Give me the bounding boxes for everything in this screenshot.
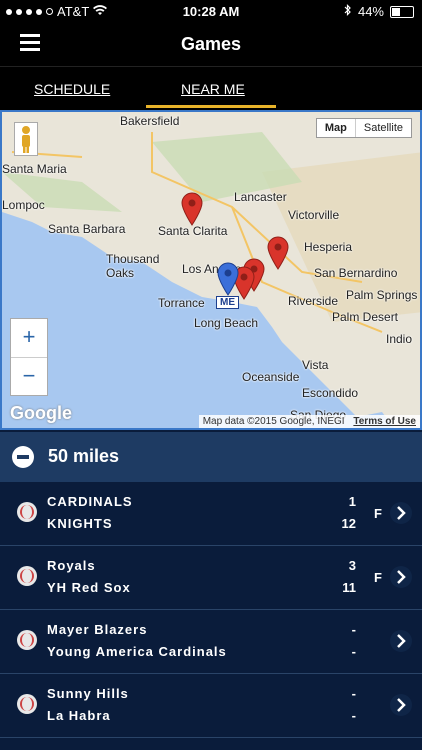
- game-row[interactable]: Royals YH Red Sox 3 11 F: [0, 546, 422, 610]
- chevron-right-icon[interactable]: [390, 630, 412, 652]
- nav-bar: Games: [0, 22, 422, 66]
- chevron-right-icon[interactable]: [390, 694, 412, 716]
- map-place: Long Beach: [194, 316, 259, 330]
- zoom-control: + −: [10, 318, 48, 396]
- me-label: ME: [216, 296, 239, 309]
- baseball-icon: [17, 566, 37, 586]
- map-place: Hesperia: [304, 240, 353, 254]
- home-team: Royals: [47, 558, 96, 573]
- status-bar: AT&T 10:28 AM 44%: [0, 0, 422, 22]
- away-score: -: [351, 644, 356, 659]
- map-place: Oceanside: [242, 370, 300, 384]
- map-place: Riverside: [288, 294, 339, 308]
- map-credit-text: Map data ©2015 Google, INEGI: [202, 416, 345, 427]
- map-place: Palm Springs: [346, 288, 418, 302]
- my-location-pin[interactable]: [216, 262, 240, 296]
- map-place: Escondido: [302, 386, 359, 400]
- home-score: 3: [348, 558, 356, 573]
- game-location-pin[interactable]: [266, 236, 290, 270]
- away-team: YH Red Sox: [47, 580, 131, 595]
- chevron-right-icon[interactable]: [390, 566, 412, 588]
- map-place: Indio: [386, 332, 413, 346]
- baseball-icon: [17, 502, 37, 522]
- away-score: 11: [342, 580, 356, 595]
- home-score: -: [351, 622, 356, 637]
- collapse-radius-icon[interactable]: [12, 446, 34, 468]
- page-title: Games: [180, 34, 242, 54]
- bluetooth-icon: [344, 4, 352, 19]
- tab-near-me[interactable]: NEAR ME: [181, 81, 245, 97]
- map-place: Victorville: [288, 208, 340, 222]
- baseball-icon: [17, 630, 37, 650]
- map-view[interactable]: Bakersfield Lancaster Santa Maria Lompoc…: [0, 110, 422, 430]
- map-place: Santa Maria: [2, 162, 67, 176]
- away-score: 12: [341, 516, 356, 531]
- battery-fill: [392, 7, 400, 16]
- map-type-map-button[interactable]: Map: [317, 119, 356, 137]
- map-type-satellite-button[interactable]: Satellite: [356, 119, 411, 137]
- battery-icon: [390, 5, 414, 18]
- tab-indicator: [146, 105, 276, 108]
- zoom-out-button[interactable]: −: [11, 357, 47, 396]
- map-place: Thousand Oaks: [106, 252, 160, 280]
- zoom-in-button[interactable]: +: [11, 319, 47, 357]
- game-location-pin[interactable]: [180, 192, 204, 226]
- map-type-toggle: Map Satellite: [315, 118, 412, 138]
- map-place: Lancaster: [234, 190, 287, 204]
- tab-bar: SCHEDULE NEAR ME: [0, 66, 422, 111]
- chevron-right-icon[interactable]: [390, 502, 412, 524]
- terms-link[interactable]: Terms of Use: [353, 416, 416, 427]
- map-place: Lompoc: [2, 198, 45, 212]
- home-score: -: [351, 686, 356, 701]
- home-team: Sunny Hills: [47, 686, 129, 701]
- map-place: Bakersfield: [120, 114, 180, 128]
- away-team: La Habra: [47, 708, 111, 723]
- map-place: San Bernardino: [314, 266, 398, 280]
- street-view-pegman-icon[interactable]: [14, 122, 38, 156]
- game-status: F: [374, 506, 382, 521]
- home-team: Mayer Blazers: [47, 622, 148, 637]
- game-row[interactable]: Mayer Blazers Young America Cardinals - …: [0, 610, 422, 674]
- tab-schedule[interactable]: SCHEDULE: [34, 81, 110, 97]
- map-attribution: Map data ©2015 Google, INEGI Terms of Us…: [198, 415, 420, 428]
- map-place: Vista: [302, 358, 329, 372]
- away-team: Young America Cardinals: [47, 644, 227, 659]
- away-team: KNIGHTS: [47, 516, 113, 531]
- game-row[interactable]: CARDINALS KNIGHTS 1 12 F: [0, 482, 422, 546]
- games-list: CARDINALS KNIGHTS 1 12 F Royals YH Red S…: [0, 482, 422, 738]
- radius-bar: 50 miles: [0, 432, 422, 482]
- map-place: Santa Clarita: [158, 224, 228, 238]
- radius-label[interactable]: 50 miles: [48, 446, 119, 467]
- battery-percent: 44%: [357, 4, 384, 19]
- game-row[interactable]: Sunny Hills La Habra - -: [0, 674, 422, 738]
- map-place: Santa Barbara: [48, 222, 126, 236]
- map-place: Torrance: [158, 296, 205, 310]
- status-right: 44%: [344, 4, 414, 19]
- away-score: -: [351, 708, 356, 723]
- google-logo: Google: [10, 403, 72, 423]
- home-score: 1: [348, 494, 356, 509]
- home-team: CARDINALS: [47, 494, 133, 509]
- map-place: Palm Desert: [332, 310, 399, 324]
- game-status: F: [374, 570, 382, 585]
- baseball-icon: [17, 694, 37, 714]
